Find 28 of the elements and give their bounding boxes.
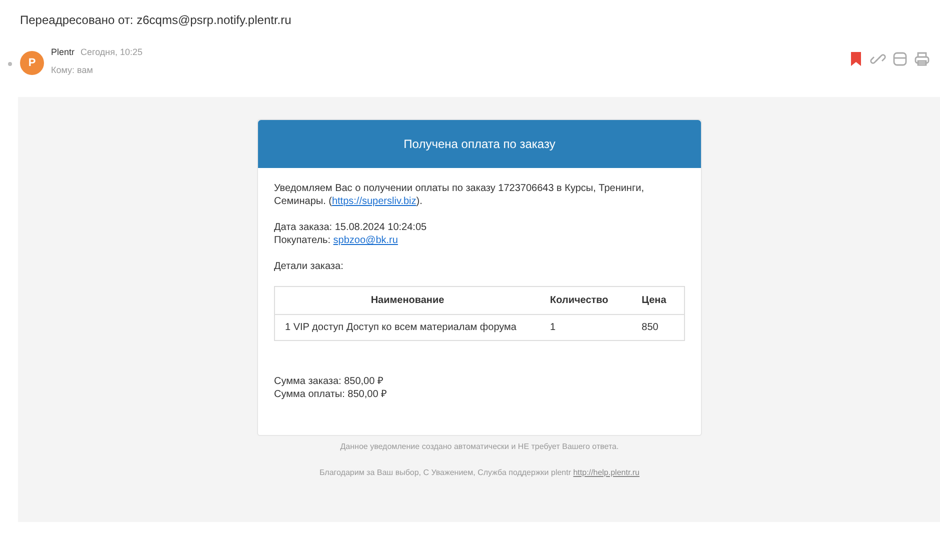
order-date-text: Дата заказа: 15.08.2024 10:24:05 xyxy=(274,221,428,234)
intro-paragraph: Уведомляем Вас о получении оплаты по заказу 1723706643 в Курсы, Тренинги, Семинары. (https://supersliv.biz). xyxy=(274,182,645,208)
table-cell: 1 VIP доступ Доступ ко всем материалам форума xyxy=(274,314,540,340)
email-link[interactable]: spbzoo@bk.ru xyxy=(333,235,398,246)
table-cell: 1 xyxy=(540,314,632,340)
calendar-icon[interactable] xyxy=(892,51,908,67)
total-text: Сумма оплаты: 850,00 ₽ xyxy=(274,388,388,401)
column-header: Наименование xyxy=(274,286,540,314)
thanks-text: Благодарим за Ваш выбор, С Уважением, Служба поддержки plentr http://help.plentr.ru xyxy=(318,468,640,477)
help-link[interactable]: http://help.plentr.ru xyxy=(573,468,640,477)
buyer-text: Покупатель: spbzoo@bk.ru xyxy=(274,234,399,247)
auto-notice-text: Данное уведомление создано автоматически и НЕ требует Вашего ответа. xyxy=(339,442,620,451)
forwarded-from-text: Переадресовано от: z6cqms@psrp.notify.plentr.ru xyxy=(20,13,292,27)
sender-name[interactable]: Plentr xyxy=(51,47,75,57)
print-icon[interactable] xyxy=(914,51,930,67)
column-header: Цена xyxy=(632,286,684,314)
bookmark-icon[interactable] xyxy=(848,51,864,67)
total-text: Сумма заказа: 850,00 ₽ xyxy=(274,375,384,388)
order-details-label: Детали заказа: xyxy=(274,260,344,273)
site-link[interactable]: https://supersliv.biz xyxy=(332,196,416,207)
table-cell: 850 xyxy=(632,314,684,340)
column-header: Количество xyxy=(540,286,632,314)
unread-dot-icon xyxy=(8,62,12,66)
link-icon[interactable] xyxy=(870,51,886,67)
recipient-text: Кому: вам xyxy=(51,64,93,77)
email-title: Получена оплата по заказу xyxy=(258,120,701,168)
avatar: P xyxy=(20,51,44,75)
message-date: Сегодня, 10:25 xyxy=(80,47,143,57)
